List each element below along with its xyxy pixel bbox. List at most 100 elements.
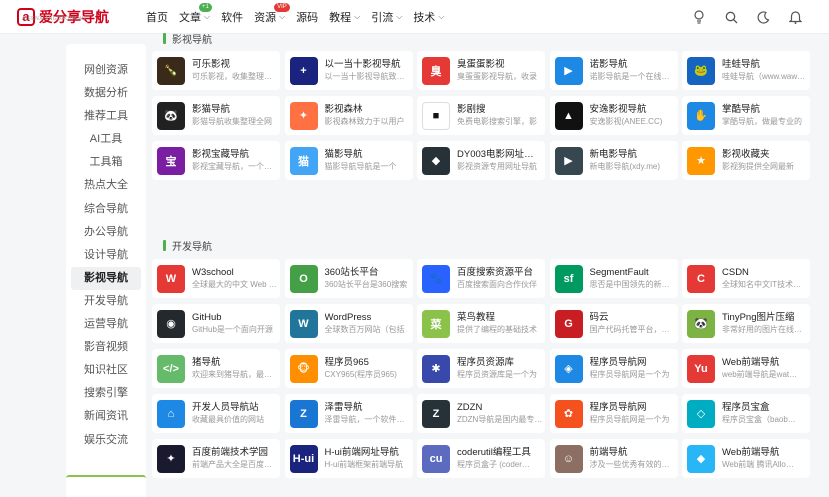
sidebar-item[interactable]: 搜索引擎 [71,382,141,405]
github-icon: ◉ [157,309,185,338]
card-text: 影剧搜 免费电影搜索引擎，影 [457,103,543,128]
site-card[interactable]: + 以一当十影视导航 以一当十影视导航致力于 [284,51,413,90]
card-description: 安逸影视(ANEE.CC) [589,117,663,126]
site-card[interactable]: ☺ 前端导航 涉及一些优秀有效的前端 [549,439,678,478]
sidebar-item[interactable]: 推荐工具 [71,105,141,128]
z-icon: Z [422,399,450,428]
card-title: 程序员965 [324,357,369,368]
site-card[interactable]: Yu Web前端导航 web前端导航是wat… [682,349,810,388]
site-card[interactable]: ✱ 程序员资源库 程序员资源库是一个为 [417,349,545,388]
nav-item[interactable]: 文章 +1 ⌵ [179,3,212,25]
treasure-icon: 宝 [157,146,185,175]
nav-item[interactable]: 软件 [221,9,243,25]
card-title: 泽雷导航 [324,402,363,413]
site-card[interactable]: 臭臭蛋蛋影视 臭蛋蛋影视导航，收录 [417,51,545,90]
site-card[interactable]: ■ 影剧搜 免费电影搜索引擎，影 [417,96,545,135]
site-card[interactable]: ✋ 掌酷导航 掌酷导航，做最专业的 [682,96,810,135]
site-card[interactable]: 🍾 可乐影视可乐影视，收集整理最新影视 [152,51,280,90]
sidebar-item[interactable]: 知识社区 [71,359,141,382]
card-description: 程序员导航网是一个为 [589,370,670,379]
card-description: Web前端 腾讯Allo… [722,460,794,469]
bell-icon[interactable] [787,9,803,25]
card-description: CXY965(程序员965) [324,370,397,379]
site-card[interactable]: 🐵 程序员965 CXY965(程序员965) [284,349,413,388]
sidebar-item[interactable]: 开发导航 [71,290,141,313]
sidebar-item[interactable]: AI工具 [71,128,141,151]
top-navigation-bar: a 爱分享导航 AIFENXIANGDAOHANG 首页 文章 +1 ⌵ 软件 资源 VIP… [0,0,829,34]
site-card[interactable]: 菜菜鸟教程 提供了编程的基础技术 [417,304,545,343]
card-title: 掌酷导航 [722,104,761,115]
nav-badge: +1 [199,3,212,12]
site-card[interactable]: 猫猫影导航 猫影导航导航是一个 [284,141,413,180]
card-description: 全球最大的中文 Web 技术 [192,280,278,289]
nav-item-label: 首页 [146,12,168,24]
sidebar-item[interactable]: 影音视频 [71,336,141,359]
site-card[interactable]: Z ZDZN ZDZN导航是国内最专业的 [417,394,545,433]
site-card[interactable]: ◆ Web前端导航 Web前端 腾讯Allo… [682,439,810,478]
flower-icon: ✿ [554,399,583,428]
site-card[interactable]: Z 泽雷导航 泽雷导航，一个软件开发 [284,394,413,433]
card-description: 程序员宝盒（baob… [722,415,796,424]
site-card[interactable]: ◇ 程序员宝盒 程序员宝盒（baob… [682,394,810,433]
site-card[interactable]: ✿ 程序员导航网 程序员导航网是一个为 [549,394,678,433]
site-card[interactable]: cu coderutil编程工具 程序员盒子 (coder… [417,439,545,478]
sidebar-item[interactable]: 工具箱 [71,151,141,174]
site-card[interactable]: 🐼 影猫导航 影猫导航收集整理全网 [152,96,280,135]
card-description: 非常好用的图片在线压缩 [722,325,808,334]
site-card[interactable]: O 360站长平台 360站长平台是360搜索 [284,259,413,298]
site-card[interactable]: G 码云 国产代码托管平台，致力 [549,304,678,343]
sidebar-item[interactable]: 综合导航 [71,198,141,221]
site-card[interactable]: ◈ 程序员导航网 程序员导航网是一个为 [549,349,678,388]
site-card[interactable]: ✦ 百度前端技术学园 前端产品大全是百度前端 [152,439,280,478]
sidebar-item[interactable]: 设计导航 [71,244,141,267]
video-icon: ▶ [554,146,583,175]
search-icon[interactable] [723,9,739,25]
sidebar-item[interactable]: 娱乐交流 [71,429,141,452]
nav-item[interactable]: 技术 ⌵ [413,9,444,25]
movie-nav-grid: 🍾可乐影视可乐影视，收集整理最新影视+以一当十影视导航以一当十影视导航致力于臭臭… [152,51,810,180]
moon-icon[interactable] [755,9,771,25]
site-card[interactable]: 🐼 TinyPng图片压缩 非常好用的图片在线压缩 [682,304,810,343]
site-card[interactable]: C CSDN 全球知名中文IT技术交流 [682,259,810,298]
site-card[interactable]: W WordPress 全球数百万网站（包括 [284,304,413,343]
nav-item[interactable]: 教程 ⌵ [329,9,360,25]
card-description: 猫影导航导航是一个 [324,162,397,171]
nav-item[interactable]: 首页 [146,9,168,25]
nav-item[interactable]: 引流 ⌵ [371,9,402,25]
card-title: 影视森林 [324,104,363,115]
site-card[interactable]: ✦ 影视森林 影视森林致力于以用户 [284,96,413,135]
nav-item[interactable]: 资源 VIP ⌵ [254,3,290,25]
sidebar-item[interactable]: 运营导航 [71,313,141,336]
site-card[interactable]: H-ui H-ui前端网址导航 H-ui前端框架前端导航 [284,439,413,478]
card-description: 臭蛋蛋影视导航，收录 [457,72,537,81]
site-card[interactable]: ▶ 新电影导航 新电影导航(xdy.me) [549,141,678,180]
sidebar-item[interactable]: 新闻资讯 [71,405,141,428]
sidebar-item[interactable]: 办公导航 [71,221,141,244]
card-title: DY003电影网址导航 [457,149,543,160]
site-card[interactable]: ▶ 诺影导航 诺影导航是一个在线影视 [549,51,678,90]
site-card[interactable]: W W3school 全球最大的中文 Web 技术 [152,259,280,298]
card-text: WordPress 全球数百万网站（包括 [325,311,411,336]
nav-badge: VIP [274,3,290,12]
site-card[interactable]: sf SegmentFault 思否是中国领先的新一代 [549,259,678,298]
site-card[interactable]: ◉ GitHub GitHub是一个面向开源 [152,304,280,343]
lightbulb-icon[interactable] [691,9,707,25]
gift-box-icon: ◇ [687,399,715,428]
site-card[interactable]: </> 猪导航 欢迎来到猪导航，最新最 [152,349,280,388]
sidebar-item[interactable]: 网创资源 [71,59,141,82]
sidebar-item[interactable]: 热点大全 [71,174,141,197]
site-card[interactable]: 🐾 百度搜索资源平台 百度搜索面向合作伙伴 [417,259,545,298]
sidebar-item[interactable]: 影视导航 [71,266,141,290]
site-card[interactable]: ◆ DY003电影网址导航 影视资源专用网址导航 [417,141,545,180]
site-card[interactable]: ▲ 安逸影视导航 安逸影视(ANEE.CC) [549,96,678,135]
card-text: H-ui前端网址导航 H-ui前端框架前端导航 [325,446,411,471]
card-description: 全球数百万网站（包括 [324,325,405,334]
card-title: 新电影导航 [589,149,638,160]
nav-item[interactable]: 源码 [296,9,318,25]
site-card[interactable]: ★ 影视收藏夹 影视狗提供全网最新 [682,141,810,180]
card-title: GitHub [192,312,222,323]
site-card[interactable]: 宝影视宝藏导航 影视宝藏导航，一个专注 [152,141,280,180]
site-card[interactable]: ⌂ 开发人员导航站 收藏最具价值的网站 [152,394,280,433]
sidebar-item[interactable]: 数据分析 [71,82,141,105]
site-card[interactable]: 🐸 哇蛙导航 哇蛙导航（www.wawa） [682,51,810,90]
